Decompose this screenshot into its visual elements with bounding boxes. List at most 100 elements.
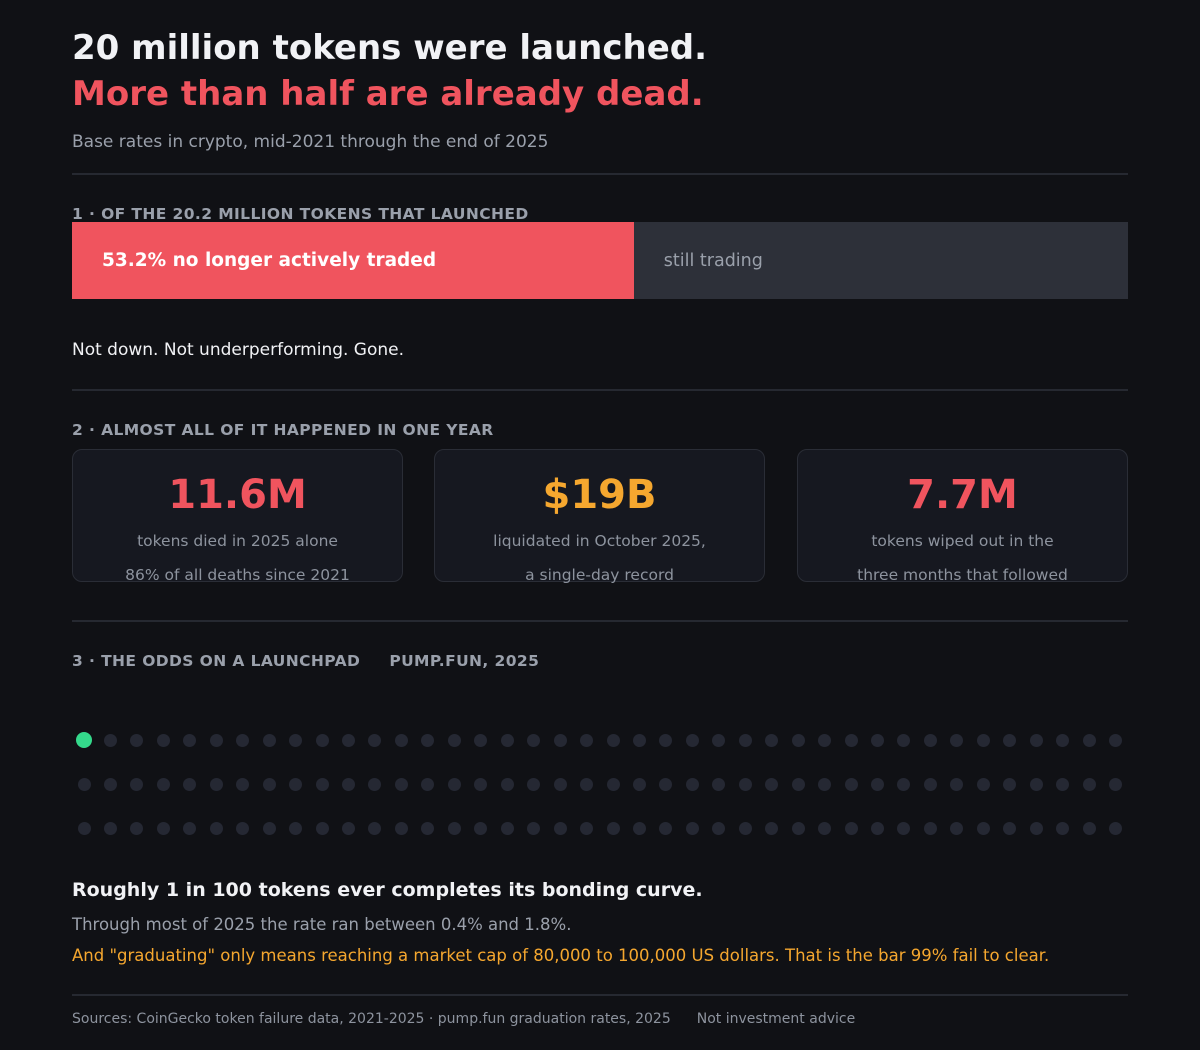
failed-token-dot [1056,821,1070,835]
failed-token-dot [315,777,329,791]
failed-token-dot [606,821,620,835]
failed-token-dot [262,821,276,835]
failed-token-dot [897,821,911,835]
failed-token-dot [103,821,117,835]
failed-token-dot [580,821,594,835]
graduated-token-dot [76,732,92,748]
failed-token-dot [500,777,514,791]
divider [72,994,1128,996]
failed-token-dot [950,821,964,835]
failed-token-dot [421,777,435,791]
failed-token-dot [209,821,223,835]
stat-description: tokens died in 2025 alone [137,532,338,550]
failed-token-dot [950,777,964,791]
failed-token-dot [659,733,673,747]
failed-token-dot [183,821,197,835]
page-subtitle: Base rates in crypto, mid-2021 through t… [72,132,549,152]
failed-token-dot [236,777,250,791]
failed-token-dot [1056,733,1070,747]
disclaimer-text: Not investment advice [696,1011,856,1027]
failed-token-dot [156,733,170,747]
failed-token-dot [923,821,937,835]
failed-token-dot [738,777,752,791]
failed-token-dot [553,821,567,835]
failed-token-dot [447,777,461,791]
stat-card-liquidation: $19B liquidated in October 2025, a singl… [434,449,765,584]
stat-value: $19B [542,472,657,518]
failed-token-dot [394,777,408,791]
page-title: 20 million tokens were launched. [72,28,708,68]
stat-cards: 11.6M tokens died in 2025 alone 86% of a… [72,449,1128,584]
failed-token-dot [685,821,699,835]
failed-token-dot [553,777,567,791]
failed-token-dot [474,777,488,791]
stat-detail: a single-day record [525,566,674,584]
failed-token-dot [844,777,858,791]
divider [72,389,1128,391]
failed-token-dot [209,733,223,747]
section-1-label: 1 · OF THE 20.2 MILLION TOKENS THAT LAUN… [72,205,529,223]
failed-token-dot [871,821,884,835]
failed-token-dot [77,777,91,791]
failed-token-dot [183,777,197,791]
failed-token-dot [130,821,144,835]
odds-rate: Through most of 2025 the rate ran betwee… [72,915,572,934]
failed-token-dot [1082,821,1096,835]
sources-text: Sources: CoinGecko token failure data, 2… [72,1011,671,1027]
launch-outcome-bar: 53.2% no longer actively traded still tr… [72,222,1128,299]
failed-token-dot [553,733,567,747]
failed-token-dot [738,733,752,747]
failed-token-dot [659,821,673,835]
failed-token-dot [765,777,779,791]
footer: Sources: CoinGecko token failure data, 2… [72,1011,855,1027]
failed-token-dot [1029,733,1043,747]
failed-token-dot [580,733,594,747]
failed-token-dot [950,733,964,747]
page-title-highlight: More than half are already dead. [72,74,704,114]
failed-token-dot [236,733,250,747]
still-trading-label: still trading [663,250,763,271]
stat-card-wipeout: 7.7M tokens wiped out in the three month… [797,449,1128,584]
failed-token-dot [1082,733,1096,747]
failed-token-dot [342,777,355,791]
failed-token-dot [289,777,303,791]
section-3-source: PUMP.FUN, 2025 [389,652,540,670]
stat-detail: three months that followed [857,566,1068,584]
failed-token-dot [606,777,620,791]
failed-token-dot [765,733,779,747]
failed-token-dot [368,777,382,791]
failed-token-dot [606,733,620,747]
still-trading-segment: still trading [633,222,1128,299]
failed-token-dot [500,821,514,835]
failed-token-dot [1109,821,1123,835]
divider [72,173,1128,175]
failed-token-dot [527,821,541,835]
failed-token-dot [1029,821,1043,835]
section-2-label: 2 · ALMOST ALL OF IT HAPPENED IN ONE YEA… [72,421,494,439]
stat-detail: 86% of all deaths since 2021 [125,566,350,584]
failed-token-dot [500,733,514,747]
failed-token-dot [738,821,752,835]
failed-token-dot [897,777,911,791]
failed-token-dot [791,821,805,835]
failed-token-dot [130,733,144,747]
failed-token-dot [1029,777,1043,791]
failed-token-dot [976,821,990,835]
dead-tokens-label: 53.2% no longer actively traded [102,250,437,271]
failed-token-dot [976,777,990,791]
failed-token-dot [342,821,355,835]
failed-token-dot [871,733,884,747]
failed-token-dot [897,733,911,747]
failed-token-dot [712,733,726,747]
failed-token-dot [659,777,673,791]
section-3-label: 3 · THE ODDS ON A LAUNCHPAD PUMP.FUN, 202… [72,652,539,670]
failed-token-dot [923,733,937,747]
failed-token-dot [844,733,858,747]
failed-token-dot [632,821,646,835]
failed-token-dot [818,733,832,747]
section-3-title: 3 · THE ODDS ON A LAUNCHPAD [72,652,361,670]
odds-headline: Roughly 1 in 100 tokens ever completes i… [72,879,703,901]
failed-token-dot [474,821,488,835]
failed-token-dot [791,733,805,747]
failed-token-dot [236,821,250,835]
